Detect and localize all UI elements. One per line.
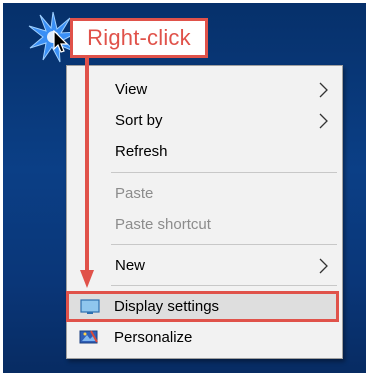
annotation-arrow-icon xyxy=(80,56,94,288)
chevron-right-icon xyxy=(319,113,328,129)
menu-item-view[interactable]: View xyxy=(67,75,342,104)
menu-item-paste-shortcut: Paste shortcut xyxy=(67,210,342,239)
menu-item-label: Personalize xyxy=(114,329,193,346)
menu-item-display-settings[interactable]: Display settings xyxy=(66,291,339,322)
menu-item-personalize[interactable]: Personalize xyxy=(66,323,341,352)
menu-item-sort-by[interactable]: Sort by xyxy=(67,106,342,135)
menu-item-refresh[interactable]: Refresh xyxy=(67,137,342,166)
menu-item-new[interactable]: New xyxy=(67,251,342,280)
menu-separator xyxy=(111,244,337,245)
chevron-right-icon xyxy=(319,258,328,274)
menu-item-paste: Paste xyxy=(67,179,342,208)
callout-label: Right-click xyxy=(87,25,191,50)
mouse-cursor-icon xyxy=(53,30,69,53)
display-icon xyxy=(80,299,100,314)
menu-item-label: View xyxy=(115,81,148,98)
menu-item-label: Display settings xyxy=(114,298,220,315)
menu-item-label: Refresh xyxy=(115,143,168,160)
menu-item-label: New xyxy=(115,257,146,274)
menu-separator xyxy=(111,172,337,173)
menu-item-label: Paste shortcut xyxy=(115,216,211,233)
chevron-right-icon xyxy=(319,82,328,98)
personalize-icon xyxy=(79,330,98,344)
right-click-callout: Right-click xyxy=(70,18,208,58)
menu-item-label: Paste xyxy=(115,185,154,202)
menu-separator xyxy=(111,285,337,286)
menu-item-label: Sort by xyxy=(115,112,163,129)
